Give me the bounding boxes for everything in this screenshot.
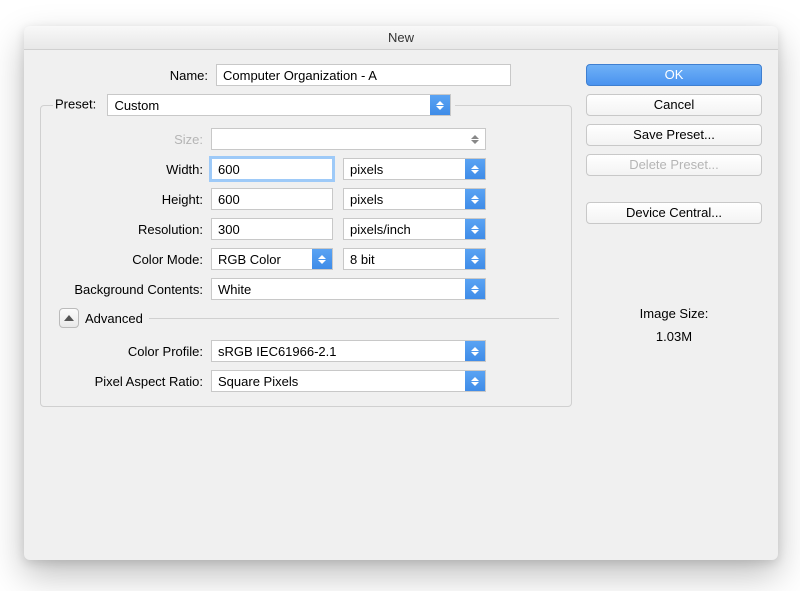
height-unit-select[interactable]: pixels (343, 188, 486, 210)
name-input[interactable] (216, 64, 511, 86)
image-size-value: 1.03M (586, 325, 762, 348)
resolution-label: Resolution: (53, 222, 211, 237)
chevron-updown-icon (465, 371, 485, 391)
chevron-updown-icon (465, 279, 485, 299)
image-size-label: Image Size: (586, 302, 762, 325)
triangle-up-icon (64, 315, 74, 321)
preset-legend: Preset: (55, 96, 96, 111)
preset-group: Preset: Custom Size: Width: (40, 94, 572, 407)
background-contents-select[interactable]: White (211, 278, 486, 300)
dialog-title: New (24, 26, 778, 50)
width-input[interactable] (211, 158, 333, 180)
background-contents-label: Background Contents: (53, 282, 211, 297)
pixel-aspect-ratio-label: Pixel Aspect Ratio: (53, 374, 211, 389)
color-depth-select[interactable]: 8 bit (343, 248, 486, 270)
chevron-updown-icon (465, 219, 485, 239)
resolution-input[interactable] (211, 218, 333, 240)
device-central-button[interactable]: Device Central... (586, 202, 762, 224)
width-unit-select[interactable]: pixels (343, 158, 486, 180)
image-size-info: Image Size: 1.03M (586, 302, 762, 349)
color-profile-select[interactable]: sRGB IEC61966-2.1 (211, 340, 486, 362)
chevron-updown-icon (465, 341, 485, 361)
chevron-updown-icon (312, 249, 332, 269)
save-preset-button[interactable]: Save Preset... (586, 124, 762, 146)
advanced-divider (149, 318, 559, 319)
chevron-updown-icon (465, 249, 485, 269)
width-label: Width: (53, 162, 211, 177)
size-select (211, 128, 486, 150)
cancel-button[interactable]: Cancel (586, 94, 762, 116)
advanced-label: Advanced (85, 311, 143, 326)
size-label: Size: (53, 132, 211, 147)
name-label: Name: (40, 68, 216, 83)
chevron-updown-icon (465, 189, 485, 209)
height-label: Height: (53, 192, 211, 207)
color-mode-label: Color Mode: (53, 252, 211, 267)
delete-preset-button: Delete Preset... (586, 154, 762, 176)
chevron-updown-icon (465, 159, 485, 179)
advanced-disclosure-button[interactable] (59, 308, 79, 328)
color-mode-select[interactable]: RGB Color (211, 248, 333, 270)
chevron-updown-icon (430, 95, 450, 115)
preset-select[interactable]: Custom (107, 94, 451, 116)
new-document-dialog: New Name: Preset: Custom Size: (24, 26, 778, 560)
ok-button[interactable]: OK (586, 64, 762, 86)
chevron-updown-icon (465, 129, 485, 149)
color-profile-label: Color Profile: (53, 344, 211, 359)
pixel-aspect-ratio-select[interactable]: Square Pixels (211, 370, 486, 392)
resolution-unit-select[interactable]: pixels/inch (343, 218, 486, 240)
height-input[interactable] (211, 188, 333, 210)
